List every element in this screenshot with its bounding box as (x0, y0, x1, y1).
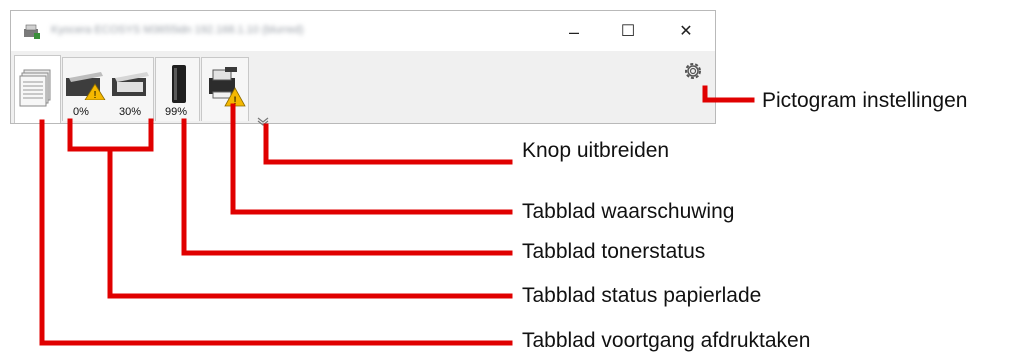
label-toner-tab: Tabblad tonerstatus (522, 240, 706, 263)
label-paper-tab: Tabblad status papierlade (522, 284, 762, 307)
label-alert-tab: Tabblad waarschuwing (522, 200, 735, 223)
label-settings-icon: Pictogram instellingen (762, 89, 968, 112)
label-jobs-tab: Tabblad voortgang afdruktaken (522, 329, 811, 352)
label-expand-button: Knop uitbreiden (522, 139, 670, 162)
annotation-lines (39, 85, 755, 346)
